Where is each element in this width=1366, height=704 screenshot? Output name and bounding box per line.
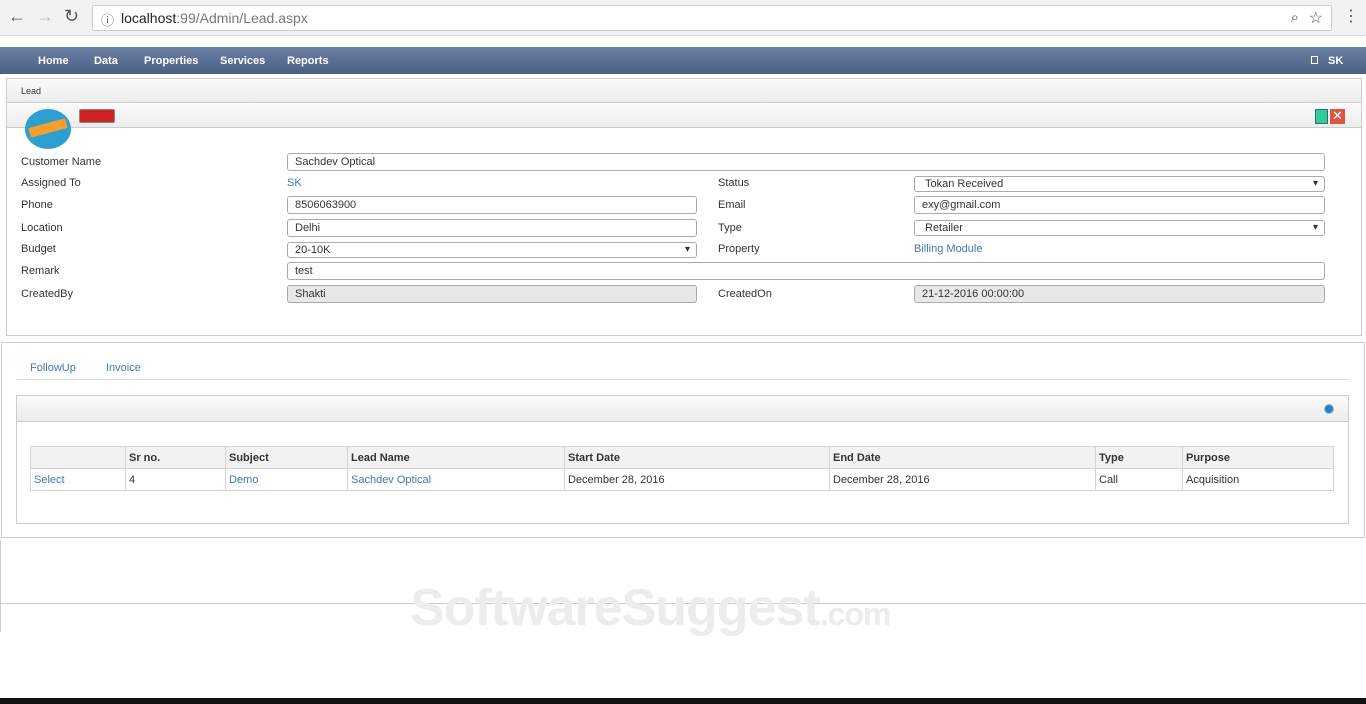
url-path: :99/Admin/Lead.aspx bbox=[176, 10, 308, 26]
lead-name-link[interactable]: Sachdev Optical bbox=[351, 474, 431, 486]
zoom-icon[interactable]: ⌕ bbox=[1291, 9, 1299, 26]
type-label: Type bbox=[718, 222, 742, 234]
col-subject: Subject bbox=[225, 446, 348, 469]
breadcrumb: Lead bbox=[21, 86, 42, 96]
reload-icon[interactable]: ↻ bbox=[64, 6, 79, 27]
status-label: Status bbox=[718, 177, 750, 189]
remark-input[interactable]: test bbox=[287, 262, 1325, 280]
main-nav: Home Data Properties Services Reports SK bbox=[0, 47, 1366, 74]
cell-type: Call bbox=[1095, 468, 1183, 491]
followup-table: Sr no. Subject Lead Name Start Date End … bbox=[30, 446, 1334, 491]
remark-label: Remark bbox=[21, 265, 60, 277]
select-link[interactable]: Select bbox=[34, 474, 65, 486]
watermark: SoftwareSuggest.com bbox=[410, 579, 891, 637]
add-icon[interactable] bbox=[1324, 404, 1334, 414]
phone-input[interactable]: 8506063900 bbox=[287, 196, 697, 214]
email-input[interactable]: exy@gmail.com bbox=[914, 196, 1325, 214]
table-row: Select 4 Demo Sachdev Optical December 2… bbox=[30, 468, 1334, 491]
assigned-to-label: Assigned To bbox=[21, 177, 81, 189]
nav-data[interactable]: Data bbox=[94, 55, 118, 67]
nav-properties[interactable]: Properties bbox=[144, 55, 198, 67]
address-bar[interactable]: ⓘ localhost:99/Admin/Lead.aspx ⌕ ☆ bbox=[92, 5, 1332, 31]
phone-label: Phone bbox=[21, 199, 53, 211]
followup-toolbar bbox=[17, 396, 1348, 422]
tabs-divider bbox=[16, 379, 1350, 380]
cell-start-date: December 28, 2016 bbox=[564, 468, 830, 491]
nav-home[interactable]: Home bbox=[38, 55, 69, 67]
close-icon[interactable]: ✕ bbox=[1330, 109, 1345, 124]
browser-toolbar: ← → ↻ ⓘ localhost:99/Admin/Lead.aspx ⌕ ☆… bbox=[0, 0, 1366, 36]
forward-icon[interactable]: → bbox=[36, 6, 54, 27]
col-purpose: Purpose bbox=[1182, 446, 1334, 469]
location-label: Location bbox=[21, 222, 63, 234]
info-icon: ⓘ bbox=[101, 13, 115, 28]
cell-end-date: December 28, 2016 bbox=[829, 468, 1096, 491]
budget-select[interactable]: 20-10K bbox=[287, 242, 697, 258]
col-lead-name: Lead Name bbox=[347, 446, 565, 469]
budget-label: Budget bbox=[21, 243, 56, 255]
col-end-date: End Date bbox=[829, 446, 1096, 469]
save-icon[interactable] bbox=[1315, 109, 1328, 124]
nav-services[interactable]: Services bbox=[220, 55, 265, 67]
panel-header: Lead bbox=[7, 79, 1361, 103]
property-link[interactable]: Billing Module bbox=[914, 243, 982, 255]
customer-name-input[interactable]: Sachdev Optical bbox=[287, 153, 1325, 171]
taskbar bbox=[0, 698, 1366, 704]
handshake-logo-icon bbox=[25, 109, 71, 149]
created-by-label: CreatedBy bbox=[21, 288, 73, 300]
inactive-badge-icon[interactable] bbox=[79, 109, 115, 123]
col-select bbox=[30, 446, 126, 469]
menu-icon[interactable]: ⋮ bbox=[1343, 6, 1359, 26]
type-select[interactable]: Retailer bbox=[914, 220, 1325, 236]
email-label: Email bbox=[718, 199, 746, 211]
customer-name-label: Customer Name bbox=[21, 156, 102, 168]
col-start-date: Start Date bbox=[564, 446, 830, 469]
left-border bbox=[0, 540, 1, 632]
col-sr-no: Sr no. bbox=[125, 446, 226, 469]
created-on-input: 21-12-2016 00:00:00 bbox=[914, 285, 1325, 303]
location-input[interactable]: Delhi bbox=[287, 219, 697, 237]
col-type: Type bbox=[1095, 446, 1183, 469]
created-on-label: CreatedOn bbox=[718, 288, 772, 300]
table-header-row: Sr no. Subject Lead Name Start Date End … bbox=[30, 446, 1334, 469]
back-icon[interactable]: ← bbox=[8, 6, 26, 27]
nav-reports[interactable]: Reports bbox=[287, 55, 329, 67]
user-icon bbox=[1311, 56, 1318, 64]
subject-link[interactable]: Demo bbox=[229, 474, 258, 486]
property-label: Property bbox=[718, 243, 760, 255]
panel-toolbar: ✕ bbox=[7, 104, 1361, 128]
tab-followup[interactable]: FollowUp bbox=[30, 362, 76, 374]
user-name[interactable]: SK bbox=[1328, 55, 1343, 67]
url-host: localhost bbox=[121, 10, 177, 26]
star-icon[interactable]: ☆ bbox=[1309, 8, 1323, 28]
created-by-input: Shakti bbox=[287, 285, 697, 303]
tab-invoice[interactable]: Invoice bbox=[106, 362, 141, 374]
assigned-to-link[interactable]: SK bbox=[287, 177, 302, 189]
cell-sr-no: 4 bbox=[125, 468, 226, 491]
cell-purpose: Acquisition bbox=[1182, 468, 1334, 491]
status-select[interactable]: Tokan Received bbox=[914, 176, 1325, 192]
